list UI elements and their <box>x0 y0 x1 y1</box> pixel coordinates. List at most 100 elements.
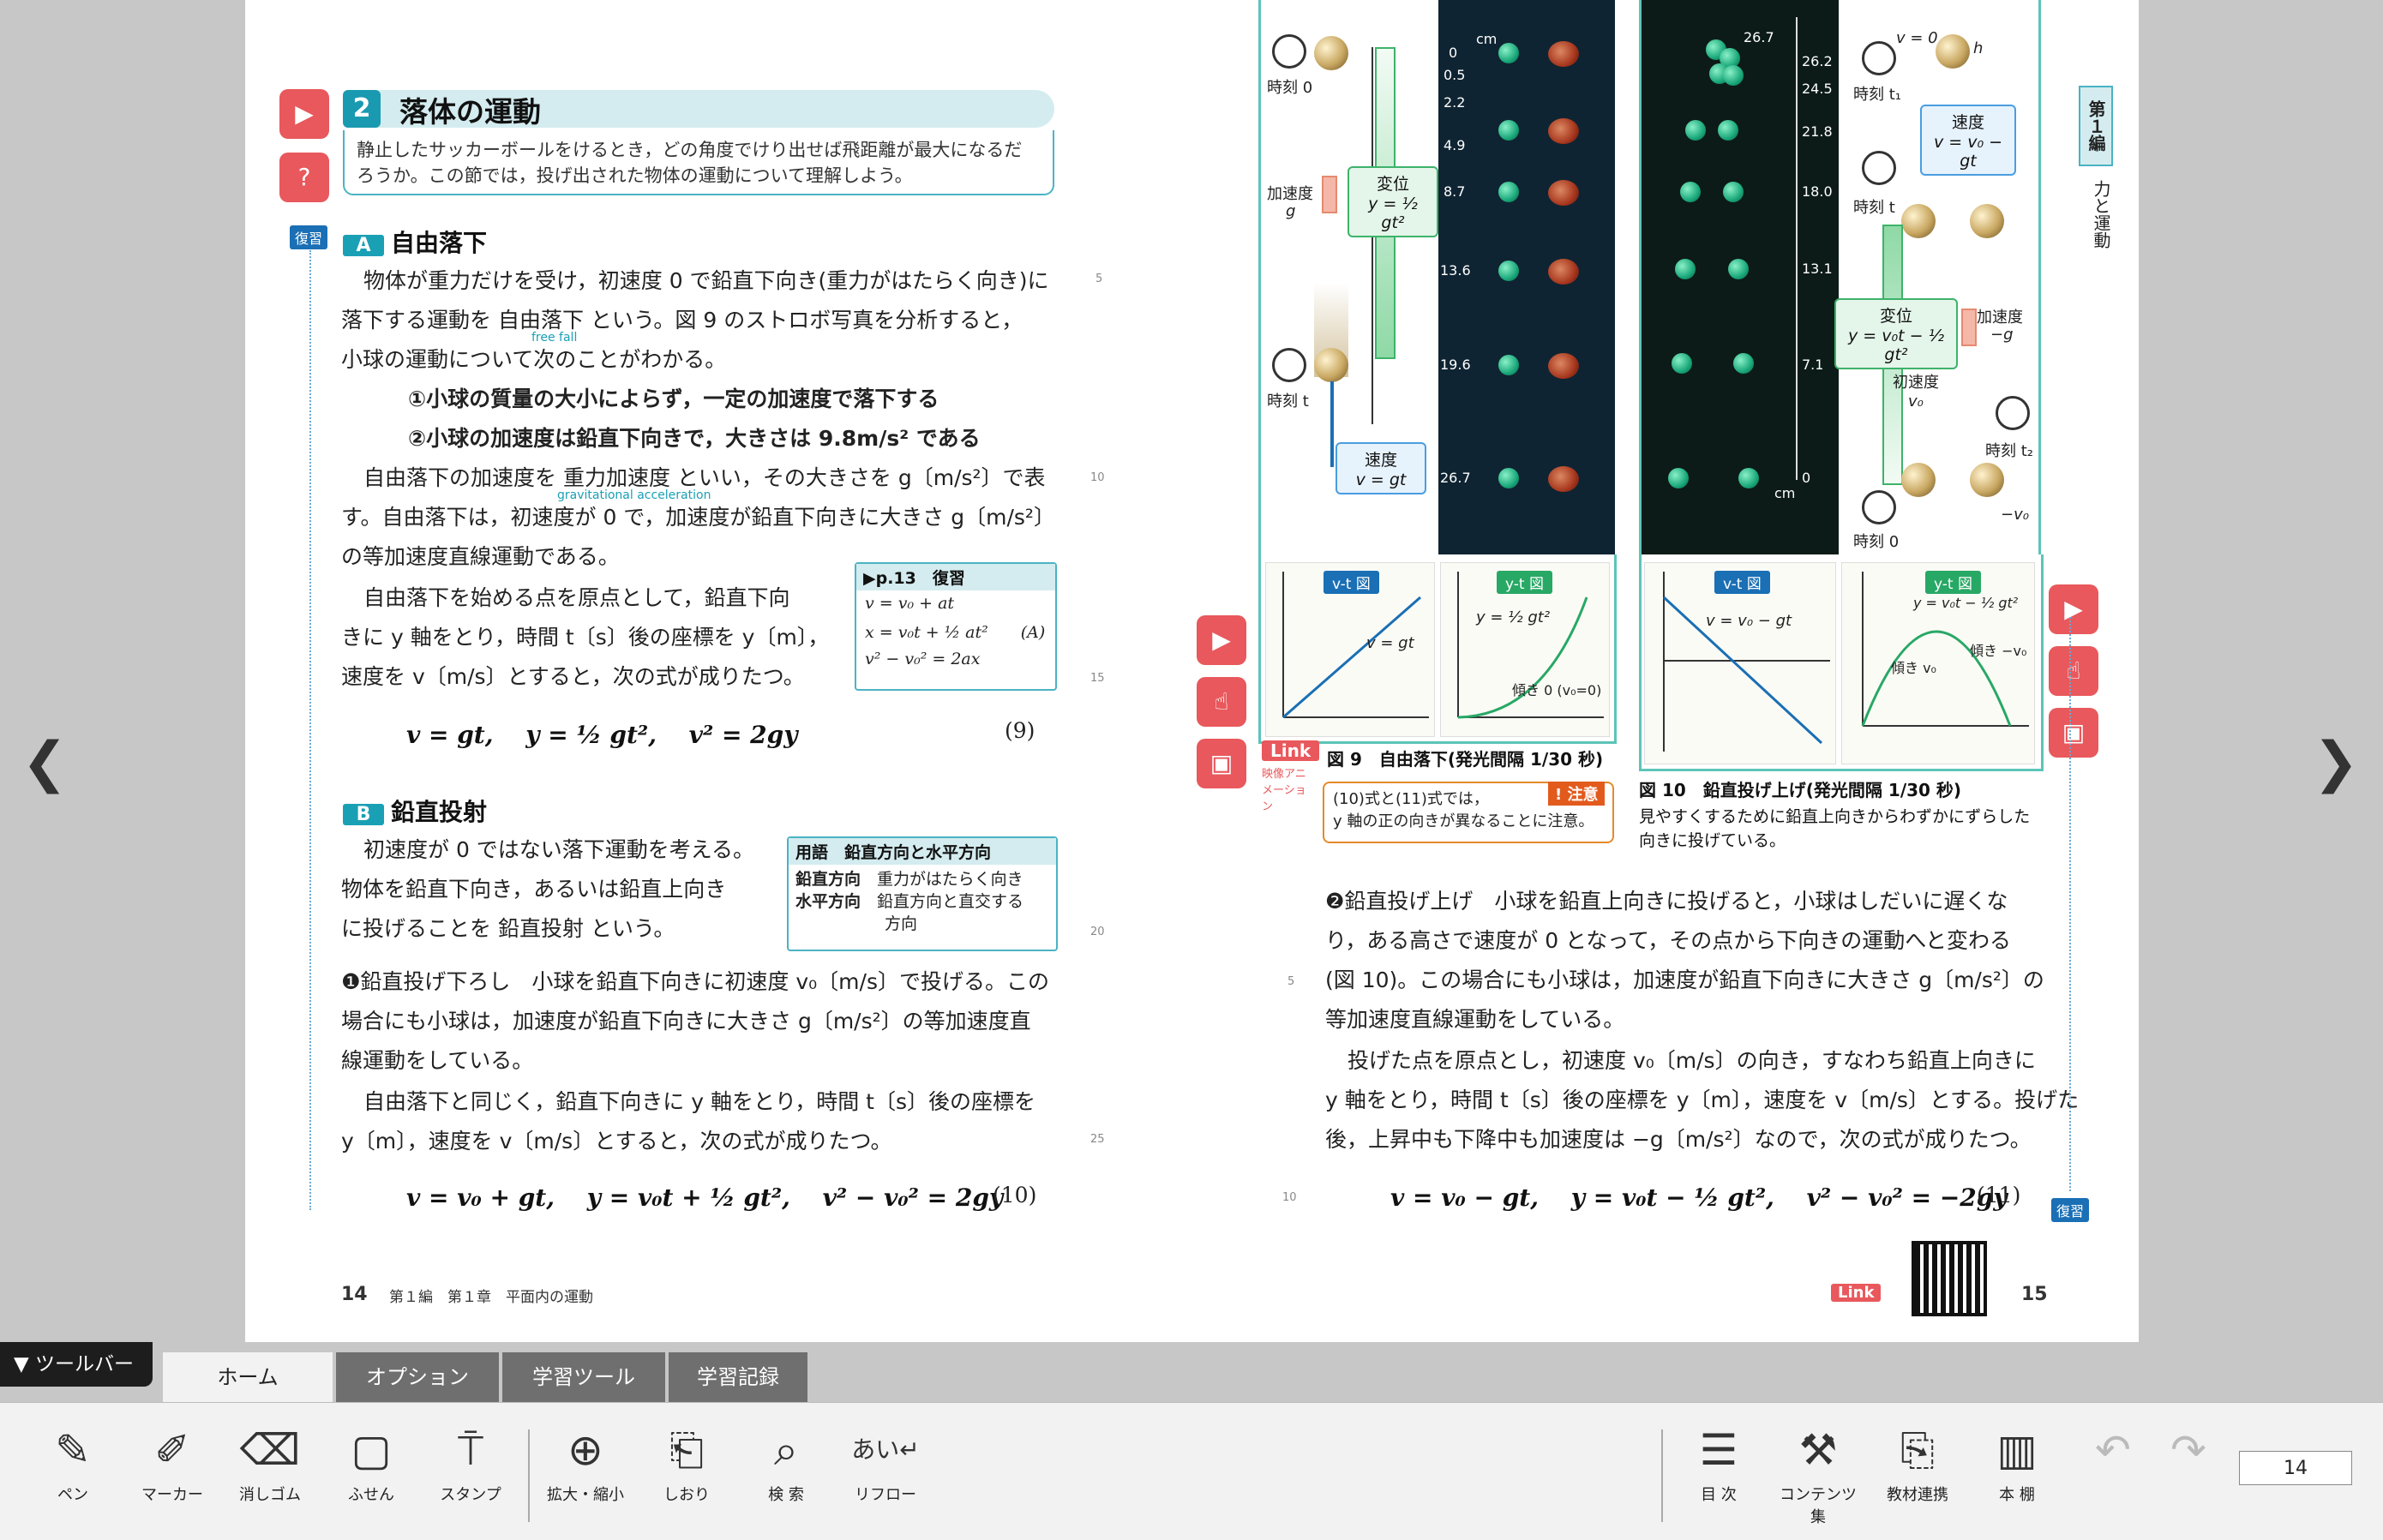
fig10-vt-eq: v = v₀ − gt <box>1706 612 1792 630</box>
tab-options[interactable]: オプション <box>336 1352 499 1402</box>
paragraph-line: 等加速度直線運動をしている。 <box>1325 1007 1625 1032</box>
qr-code-icon[interactable] <box>1912 1241 1987 1316</box>
fig9-strobe-ball <box>1498 182 1519 202</box>
fig10-strobe-ball <box>1668 468 1689 488</box>
tool-label: ふせん <box>348 1486 394 1504</box>
zoom-button[interactable]: ⊕ 拡大・縮小 <box>547 1423 624 1505</box>
tab-study-tools[interactable]: 学習ツール <box>502 1352 665 1402</box>
stopwatch-icon <box>1272 34 1306 69</box>
search-button[interactable]: ⌕ 検 索 <box>747 1423 825 1505</box>
fig10-strobe-ball <box>1723 182 1744 202</box>
page-number-input[interactable]: 14 <box>2239 1451 2352 1485</box>
equation-11-number: (11) <box>1977 1183 2021 1207</box>
tab-home[interactable]: ホーム <box>163 1352 333 1402</box>
question-icon[interactable]: ? <box>279 153 329 202</box>
fig10-tick: 7.1 <box>1802 357 1824 373</box>
fig9-yt-eq: y = ½ gt² <box>1476 608 1551 626</box>
term-label: 水平方向 <box>795 892 861 911</box>
touch-icon[interactable]: ☝ <box>2049 646 2098 696</box>
undo-button[interactable]: ↶ <box>2074 1423 2152 1477</box>
fig9-disp-label: 変位 <box>1376 175 1409 194</box>
fig10-accel-label: 加速度 <box>1977 309 2023 327</box>
video-icon[interactable]: ▶ <box>1197 615 1246 665</box>
line-number: 15 <box>1090 672 1105 685</box>
fig10-yt-label: y-t 図 <box>1925 571 1981 594</box>
fig9-disp-eq: y = ½ gt² <box>1368 195 1418 232</box>
eraser-button[interactable]: ⌫ 消しゴム <box>231 1423 309 1505</box>
fig10-v0-label: v = 0 <box>1896 29 1938 47</box>
intro-line: 静止したサッカーボールをけるとき，どの角度でけり出せば飛距離が最大になるだ <box>357 140 1023 160</box>
fig10-tt-label: 時刻 t <box>1853 199 1895 217</box>
tool-label: 目 次 <box>1701 1486 1737 1504</box>
review-box-line: v² − v₀² = 2ax <box>865 650 981 668</box>
fig9-time0-label: 時刻 0 <box>1267 79 1313 97</box>
image-icon[interactable]: ▣ <box>1197 739 1246 788</box>
review-tag[interactable]: 復習 <box>290 225 328 249</box>
fig9-timet-label: 時刻 t <box>1267 392 1309 410</box>
next-page-arrow-icon[interactable]: ❯ <box>2310 728 2362 797</box>
redo-button[interactable]: ↷ <box>2150 1423 2227 1477</box>
fig9-strobe-ball-red <box>1548 259 1579 285</box>
fig10-disp-eq: y = v₀t − ½ gt² <box>1848 327 1944 364</box>
bookmark-button[interactable]: ⎗ しおり <box>648 1423 725 1505</box>
material-link-button[interactable]: ⎘ 教材連携 <box>1879 1423 1956 1505</box>
contents-button[interactable]: ⚒ コンテンツ集 <box>1780 1423 1857 1527</box>
toolbar-toggle[interactable]: ▼ ツールバー <box>0 1342 153 1387</box>
fig10-ball-t-down <box>1970 204 2004 238</box>
review-dotted-line <box>309 250 311 1210</box>
video-icon[interactable]: ▶ <box>279 89 329 139</box>
tab-study-record[interactable]: 学習記録 <box>669 1352 807 1402</box>
equation-11: v = v₀ − gt, y = v₀t − ½ gt², v² − v₀² =… <box>1390 1183 2008 1212</box>
paragraph-line: きに y 軸をとり，時間 t〔s〕後の座標を y〔m〕， <box>341 625 830 650</box>
fig10-h-label: h <box>1973 39 1984 57</box>
fig10-accel-value: −g <box>1990 326 2014 344</box>
review-box-head[interactable]: ▶p.13 復習 <box>856 564 1055 590</box>
fig10-caption-sub: 向きに投げている。 <box>1639 831 1786 850</box>
fig10-tick: 26.2 <box>1802 53 1833 69</box>
fig9-vt-label: v-t 図 <box>1324 571 1379 594</box>
paragraph-line: に投げることを 鉛直投射 という。 <box>341 916 675 941</box>
section-title: 落体の運動 <box>399 95 541 129</box>
pen-button[interactable]: ✎ ペン <box>34 1423 111 1505</box>
bookshelf-button[interactable]: ▥ 本 棚 <box>1978 1423 2056 1505</box>
link-badge[interactable]: Link <box>1262 740 1320 761</box>
sticky-note-button[interactable]: ▢ ふせん <box>333 1423 410 1505</box>
left-page-number: 14 <box>341 1284 368 1305</box>
term-desc: 重力がはたらく向き <box>877 870 1023 889</box>
video-icon[interactable]: ▶ <box>2049 584 2098 634</box>
stamp-icon: ⍑ <box>458 1425 483 1475</box>
subsection-b-title: 鉛直投射 <box>391 798 488 826</box>
review-tag[interactable]: 復習 <box>2051 1198 2090 1222</box>
fig9-strobe-ball <box>1498 261 1519 281</box>
fig9-strobe-ball-red <box>1548 353 1579 379</box>
fig9-tick: 8.7 <box>1444 183 1466 200</box>
section-intro: 静止したサッカーボールをけるとき，どの角度でけり出せば飛距離が最大になるだ ろう… <box>343 130 1054 195</box>
marker-icon: ✐ <box>154 1425 190 1475</box>
link-footer-badge[interactable]: Link <box>1831 1284 1882 1302</box>
chapter-side-label: 力と運動 <box>2091 180 2111 249</box>
subsection-a-title: 自由落下 <box>391 229 488 257</box>
review-box-line: x = v₀t + ½ at² (A) <box>865 623 1046 642</box>
finding-2: ②小球の加速度は鉛直下向きで，大きさは 9.8m/s² である <box>408 426 981 451</box>
line-number: 5 <box>1095 273 1103 285</box>
paragraph-line: y 軸をとり，時間 t〔s〕後の座標を y〔m〕，速度を v〔m/s〕とする。投… <box>1325 1088 2080 1112</box>
line-number: 10 <box>1090 471 1105 484</box>
image-icon[interactable]: ▣ <box>2049 708 2098 758</box>
marker-button[interactable]: ✐ マーカー <box>134 1423 211 1505</box>
paragraph-line: り，ある高さで速度が 0 となって，その点から下向きの運動へと変わる <box>1325 928 2012 953</box>
fig9-tick: 19.6 <box>1440 357 1471 373</box>
chapter-tab[interactable]: 第１編 <box>2079 86 2113 166</box>
fig9-strobe-ball <box>1498 43 1519 63</box>
toc-button[interactable]: ☰ 目 次 <box>1680 1423 1757 1505</box>
fig9-accel-label: 加速度 <box>1267 185 1313 203</box>
prev-page-arrow-icon[interactable]: ❮ <box>19 728 70 797</box>
fig10-vel-eq: v = v₀ − gt <box>1933 133 2003 171</box>
reflow-button[interactable]: あい↵ リフロー <box>847 1423 924 1505</box>
touch-icon[interactable]: ☝ <box>1197 677 1246 727</box>
line-number: 10 <box>1282 1191 1297 1204</box>
fig10-slope1: 傾き v₀ <box>1891 660 1936 676</box>
equation-10-number: (10) <box>993 1183 1037 1207</box>
fig10-velocity-box: 速度 v = v₀ − gt <box>1920 105 2016 176</box>
finding-1: ①小球の質量の大小によらず，一定の加速度で落下する <box>408 386 939 411</box>
stamp-button[interactable]: ⍑ スタンプ <box>432 1423 509 1505</box>
